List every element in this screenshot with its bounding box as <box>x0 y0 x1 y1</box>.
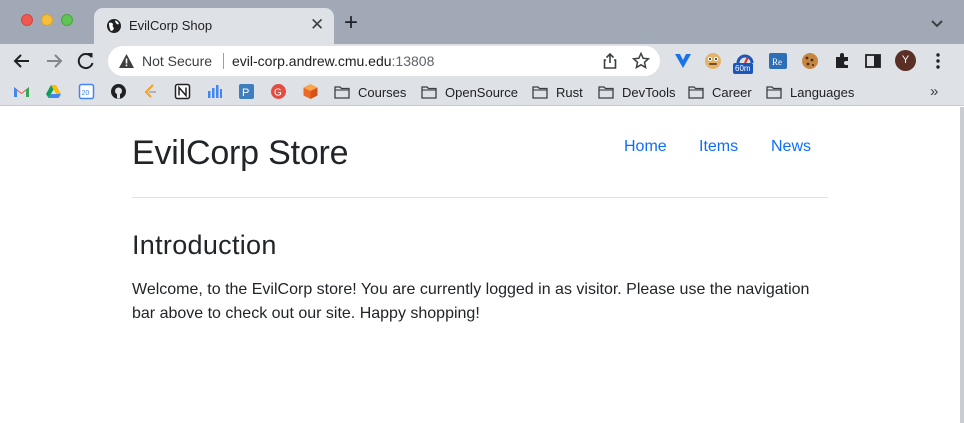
vimium-extension-icon[interactable] <box>673 51 693 71</box>
folder-icon <box>532 86 548 99</box>
more-bookmarks-button[interactable]: » <box>930 83 938 100</box>
bookmark-folder-devtools[interactable]: DevTools <box>598 83 675 101</box>
github-icon[interactable] <box>110 83 127 100</box>
back-arrow-icon[interactable] <box>11 50 33 72</box>
intro-paragraph: Welcome, to the EvilCorp store! You are … <box>132 281 810 322</box>
gradescope-icon[interactable]: G <box>270 83 287 100</box>
tampermonkey-face-icon[interactable] <box>703 51 723 71</box>
site-brand[interactable]: EvilCorp Store <box>132 134 349 173</box>
bookmark-label: Courses <box>358 84 407 100</box>
browser-tab-active[interactable]: EvilCorp Shop ✕ <box>94 8 334 44</box>
google-drive-icon[interactable] <box>45 83 62 100</box>
bookmark-star-icon[interactable] <box>632 52 650 70</box>
side-panel-icon[interactable] <box>863 51 883 71</box>
analytics-bars-icon[interactable] <box>206 83 223 100</box>
bookmark-label: Languages <box>790 84 855 100</box>
share-icon[interactable] <box>601 52 619 70</box>
svg-text:P: P <box>242 87 249 99</box>
browser-toolbar: Not Secure evil-corp.andrew.cmu.edu:1380… <box>0 44 964 78</box>
kebab-menu-icon[interactable] <box>930 52 946 70</box>
minimize-window-button[interactable] <box>41 14 53 26</box>
close-tab-icon[interactable]: ✕ <box>310 16 324 34</box>
bookmark-folder-languages[interactable]: Languages <box>766 83 854 101</box>
cube-icon[interactable] <box>302 83 319 100</box>
security-label[interactable]: Not Secure <box>142 53 212 69</box>
readcube-extension-icon[interactable]: Re <box>768 51 788 71</box>
folder-icon <box>688 86 704 99</box>
folder-icon <box>598 86 614 99</box>
reload-icon[interactable] <box>75 50 97 72</box>
nav-link-home[interactable]: Home <box>624 138 667 156</box>
globe-icon <box>107 19 121 33</box>
browser-tab-strip: EvilCorp Shop ✕ + <box>0 0 964 44</box>
leetcode-icon[interactable] <box>142 83 159 100</box>
bookmark-folder-career[interactable]: Career <box>688 83 752 101</box>
header-divider <box>132 197 828 198</box>
tab-title: EvilCorp Shop <box>129 18 213 33</box>
forward-arrow-icon[interactable] <box>43 50 65 72</box>
new-tab-button[interactable]: + <box>344 11 358 35</box>
bookmark-folder-rust[interactable]: Rust <box>532 83 583 101</box>
nav-link-news[interactable]: News <box>771 138 811 156</box>
svg-text:Re: Re <box>772 57 782 67</box>
bookmark-label: Career <box>712 84 752 100</box>
profile-avatar[interactable]: Y <box>895 50 916 71</box>
address-divider <box>223 53 224 69</box>
bookmark-label: OpenSource <box>445 84 518 100</box>
url-port: :13808 <box>391 53 435 69</box>
piazza-icon[interactable]: P <box>238 83 255 100</box>
gmail-icon[interactable] <box>13 83 30 100</box>
google-calendar-icon[interactable]: 20 <box>78 83 95 100</box>
url-host: evil-corp.andrew.cmu.edu <box>232 53 392 69</box>
bookmark-label: Rust <box>556 84 583 100</box>
bookmark-folder-courses[interactable]: Courses <box>334 83 406 101</box>
folder-icon <box>766 86 782 99</box>
url-text[interactable]: evil-corp.andrew.cmu.edu:13808 <box>232 53 434 69</box>
puzzle-extensions-icon[interactable] <box>832 51 852 71</box>
chevron-down-icon[interactable] <box>929 15 945 31</box>
folder-icon <box>421 86 437 99</box>
nav-link-items[interactable]: Items <box>699 138 738 156</box>
bookmark-label: DevTools <box>622 84 676 100</box>
maximize-window-button[interactable] <box>61 14 73 26</box>
folder-icon <box>334 86 350 99</box>
address-bar[interactable]: Not Secure evil-corp.andrew.cmu.edu:1380… <box>108 46 660 76</box>
bookmark-folder-opensource[interactable]: OpenSource <box>421 83 518 101</box>
notion-icon[interactable] <box>174 83 191 100</box>
timer-badge: 60m <box>733 63 753 74</box>
cookie-icon[interactable] <box>800 51 820 71</box>
page-content: EvilCorp Store Home Items News Introduct… <box>0 107 964 423</box>
section-title: Introduction <box>132 230 277 260</box>
warning-icon[interactable] <box>118 53 135 69</box>
bookmarks-bar: 20 P G Courses OpenSource Rust DevTools … <box>0 78 964 106</box>
svg-text:G: G <box>274 88 282 99</box>
close-window-button[interactable] <box>21 14 33 26</box>
svg-text:20: 20 <box>82 90 90 97</box>
